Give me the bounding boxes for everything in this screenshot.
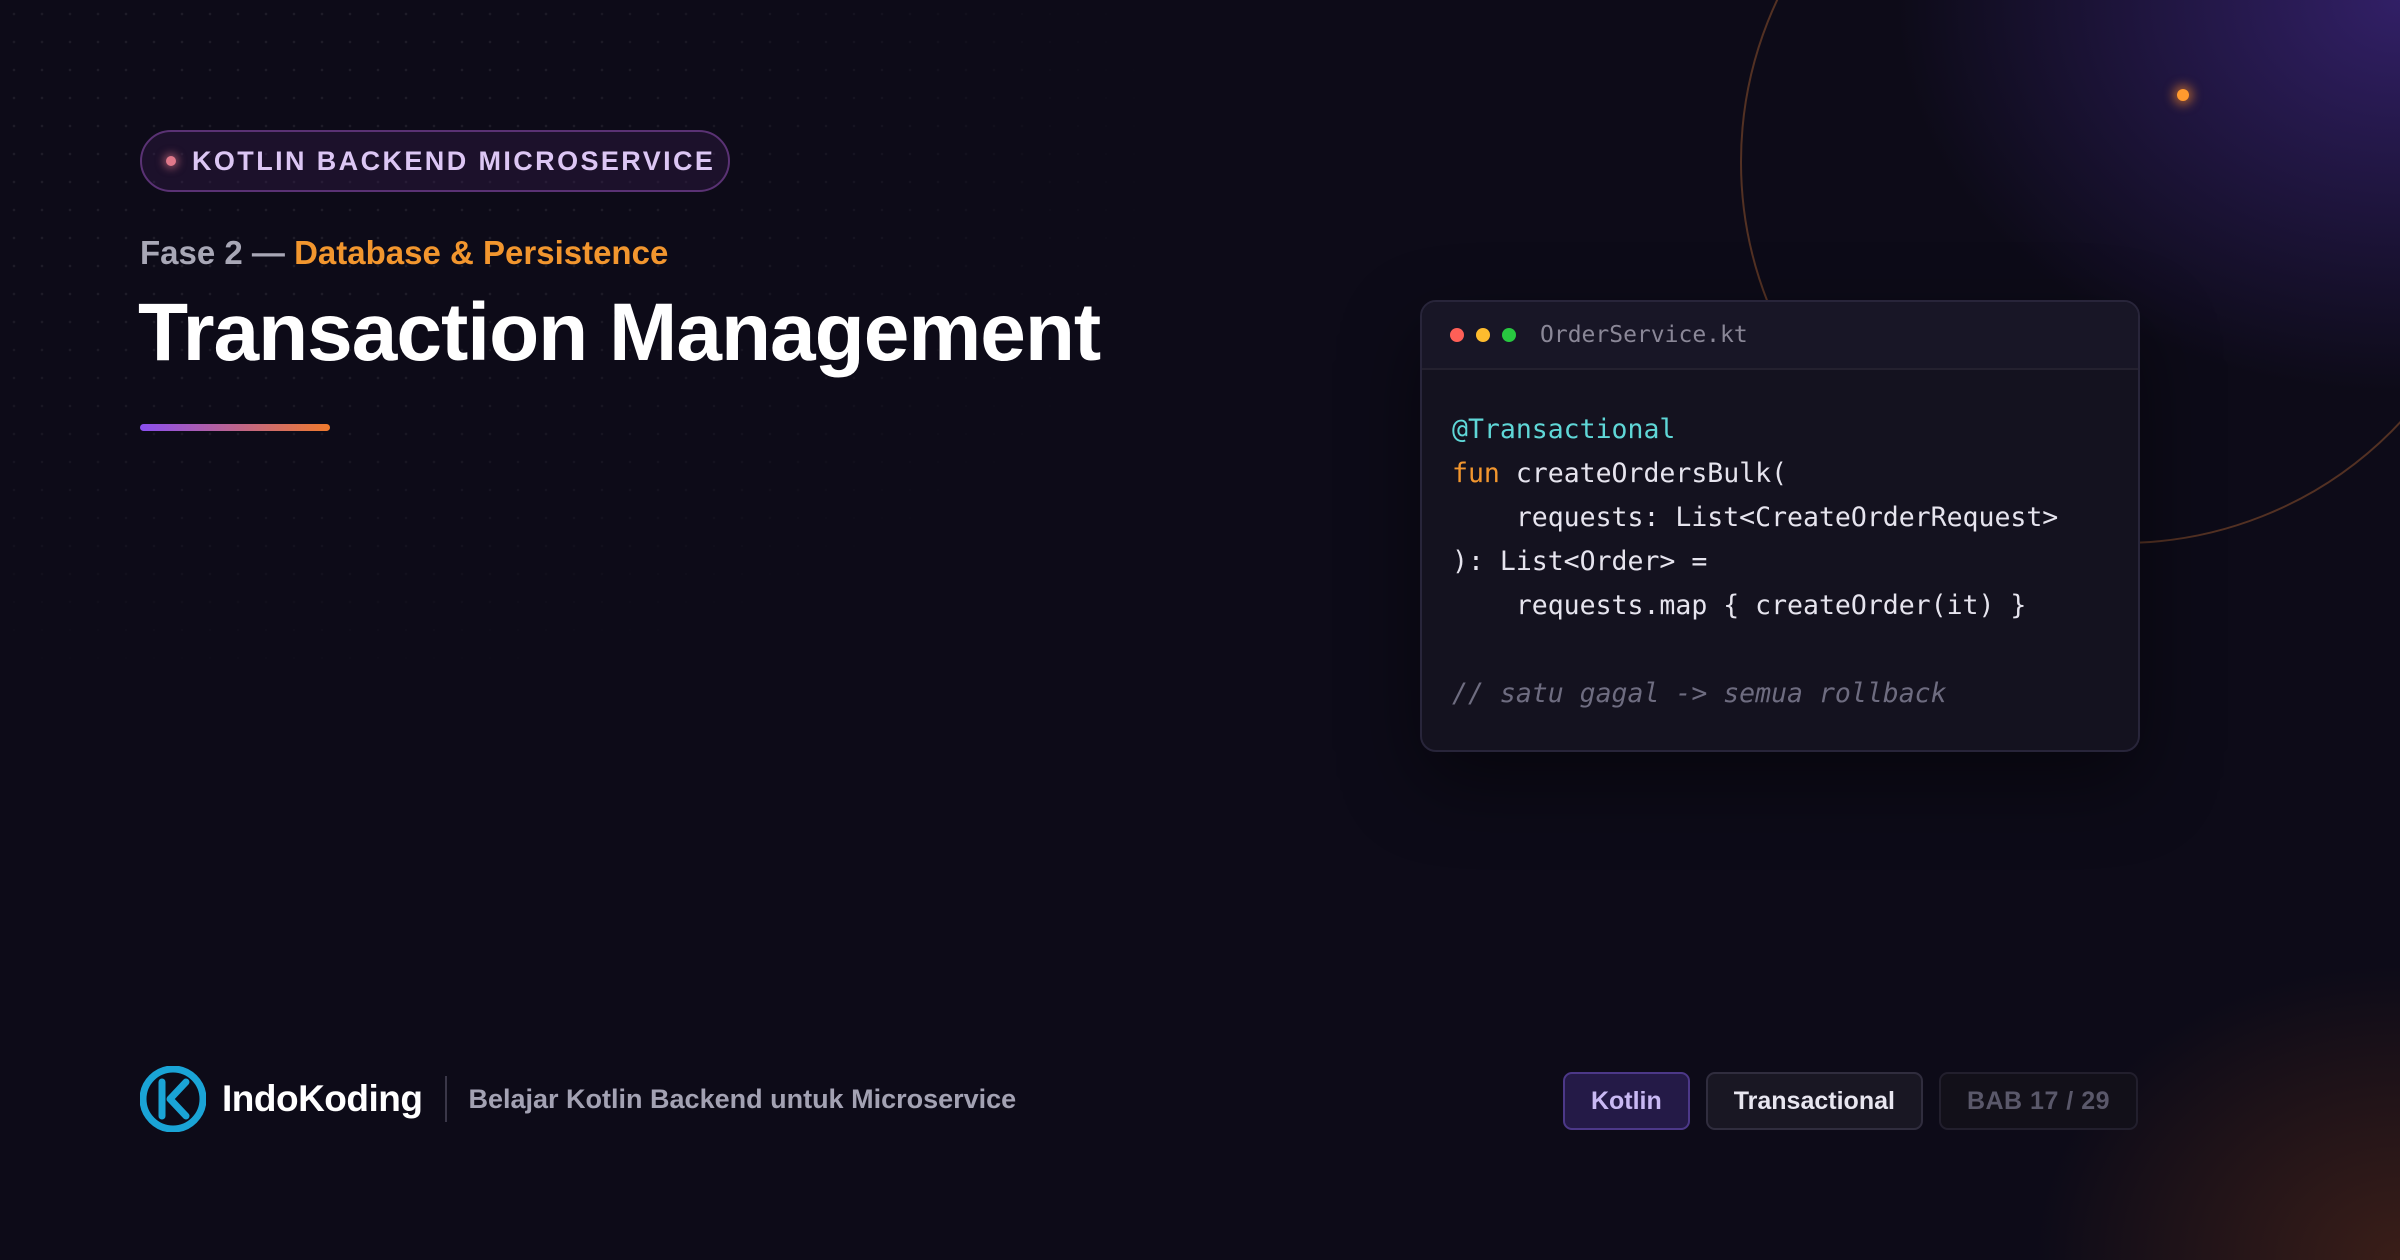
brand-name: IndoKoding bbox=[222, 1078, 423, 1119]
footer-branding: IndoKoding Belajar Kotlin Backend untuk … bbox=[140, 1066, 1016, 1132]
code-line: // satu gagal -> semua rollback bbox=[1452, 672, 2108, 716]
code-annotation: @Transactional bbox=[1452, 414, 1676, 445]
badge-dot-icon bbox=[166, 156, 176, 166]
code-text: requests: List<CreateOrderRequest> bbox=[1452, 502, 2059, 533]
tag-kotlin: Kotlin bbox=[1562, 1072, 1690, 1130]
window-minimize-dot-icon bbox=[1476, 328, 1490, 342]
title-underline bbox=[140, 424, 330, 431]
window-maximize-dot-icon bbox=[1502, 328, 1516, 342]
code-window: OrderService.kt @Transactional fun creat… bbox=[1420, 300, 2140, 752]
code-comment: // satu gagal -> semua rollback bbox=[1452, 678, 1947, 709]
phase-name: Database & Persistence bbox=[294, 234, 669, 271]
code-keyword: fun bbox=[1452, 458, 1500, 489]
category-badge: KOTLIN BACKEND MICROSERVICE bbox=[140, 130, 730, 192]
code-text: requests.map { createOrder(it) } bbox=[1452, 590, 2027, 621]
code-body: @Transactional fun createOrdersBulk( req… bbox=[1422, 370, 2138, 716]
code-line: ): List<Order> = bbox=[1452, 540, 2108, 584]
code-line: requests.map { createOrder(it) } bbox=[1452, 584, 2108, 628]
footer-divider bbox=[444, 1076, 447, 1122]
code-filename: OrderService.kt bbox=[1540, 322, 1748, 348]
code-line: @Transactional bbox=[1452, 408, 2108, 452]
phase-subtitle: Fase 2 — Database & Persistence bbox=[140, 234, 668, 272]
code-window-header: OrderService.kt bbox=[1422, 302, 2138, 370]
tag-list: Kotlin Transactional BAB 17 / 29 bbox=[1562, 1072, 2138, 1130]
page-title: Transaction Management bbox=[138, 287, 1101, 378]
code-line: fun createOrdersBulk( bbox=[1452, 452, 2108, 496]
glow-dot-decoration bbox=[2177, 89, 2189, 101]
indokoding-logo-icon bbox=[140, 1066, 206, 1132]
window-close-dot-icon bbox=[1450, 328, 1464, 342]
code-text: createOrdersBulk( bbox=[1499, 458, 1788, 489]
tag-transactional: Transactional bbox=[1705, 1072, 1923, 1130]
code-text: ): List<Order> = bbox=[1452, 546, 1708, 577]
code-line: requests: List<CreateOrderRequest> bbox=[1452, 496, 2108, 540]
chapter-indicator: BAB 17 / 29 bbox=[1938, 1072, 2138, 1130]
phase-number: Fase 2 — bbox=[140, 234, 285, 271]
brand-tagline: Belajar Kotlin Backend untuk Microservic… bbox=[468, 1083, 1017, 1114]
category-badge-label: KOTLIN BACKEND MICROSERVICE bbox=[192, 145, 716, 176]
